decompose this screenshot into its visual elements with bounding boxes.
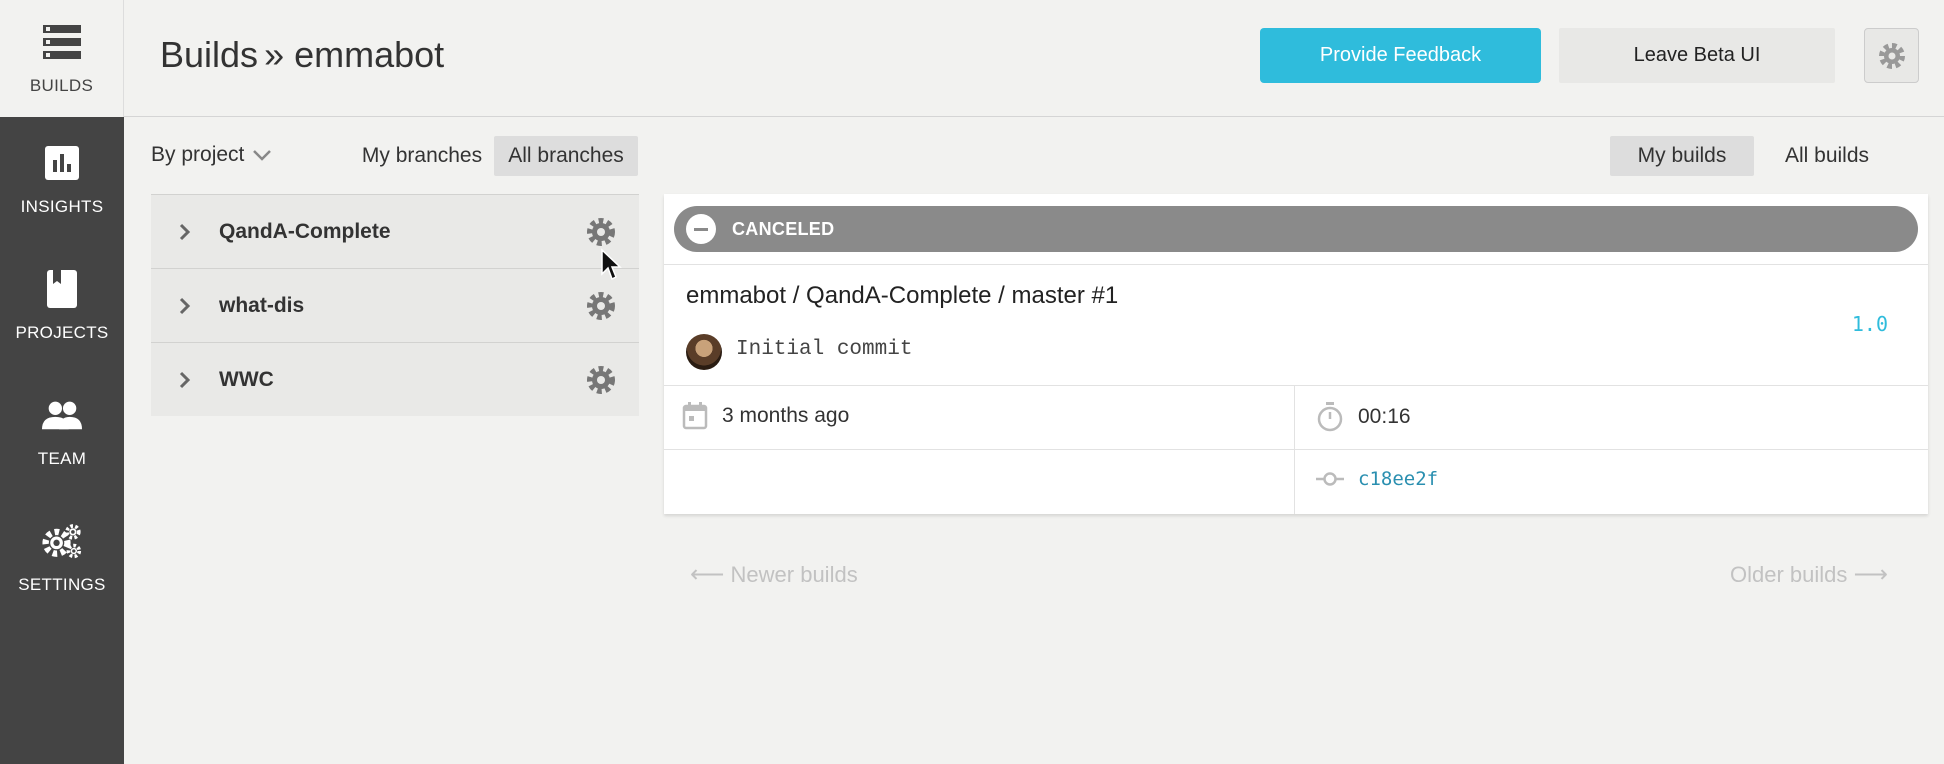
group-by-dropdown[interactable]: By project bbox=[151, 143, 272, 167]
project-row[interactable]: what-dis bbox=[151, 268, 639, 342]
gears-icon bbox=[42, 521, 82, 561]
chevron-right-icon[interactable] bbox=[179, 223, 191, 241]
nav-item-team[interactable]: TEAM bbox=[0, 369, 124, 495]
newer-builds-label: Newer builds bbox=[730, 561, 858, 587]
breadcrumb-org[interactable]: emmabot bbox=[294, 34, 444, 75]
divider bbox=[664, 449, 1928, 450]
provide-feedback-button[interactable]: Provide Feedback bbox=[1260, 28, 1541, 83]
build-duration: 00:16 bbox=[1316, 402, 1411, 432]
nav-label-team: TEAM bbox=[37, 449, 87, 468]
divider bbox=[664, 264, 1928, 265]
commit-message: Initial commit bbox=[736, 338, 913, 361]
group-by-label: By project bbox=[151, 143, 245, 166]
commit-icon bbox=[1316, 472, 1344, 486]
builds-list-icon bbox=[42, 22, 82, 62]
nav-item-projects[interactable]: PROJECTS bbox=[0, 243, 124, 369]
gear-icon bbox=[1878, 42, 1905, 69]
book-icon bbox=[42, 269, 82, 309]
commit-sha-link[interactable]: c18ee2f bbox=[1358, 468, 1438, 490]
divider bbox=[1294, 386, 1295, 514]
nav-item-builds[interactable]: BUILDS bbox=[0, 0, 124, 117]
page-header: Builds» emmabot Provide Feedback Leave Be… bbox=[124, 0, 1944, 117]
nav-label-insights: INSIGHTS bbox=[20, 197, 104, 216]
nav-item-insights[interactable]: INSIGHTS bbox=[0, 117, 124, 243]
project-name[interactable]: WWC bbox=[219, 368, 274, 392]
build-version-link[interactable]: 1.0 bbox=[1852, 312, 1888, 336]
build-title-link[interactable]: emmabot / QandA-Complete / master #1 bbox=[686, 282, 1118, 310]
nav-label-builds: BUILDS bbox=[29, 75, 94, 95]
newer-builds-link[interactable]: ⟵ Newer builds bbox=[690, 560, 858, 589]
older-builds-label: Older builds bbox=[1730, 561, 1848, 587]
build-card[interactable]: CANCELED emmabot / QandA-Complete / mast… bbox=[664, 194, 1928, 514]
settings-gear-button[interactable] bbox=[1864, 28, 1919, 83]
nav-item-settings[interactable]: SETTINGS bbox=[0, 495, 124, 621]
breadcrumb-separator: » bbox=[264, 34, 285, 75]
stopwatch-icon bbox=[1317, 402, 1343, 432]
my-builds-toggle[interactable]: My builds bbox=[1610, 136, 1754, 176]
breadcrumb: Builds» emmabot bbox=[160, 34, 444, 76]
arrow-right-icon: ⟶ bbox=[1853, 561, 1888, 588]
leave-beta-ui-button[interactable]: Leave Beta UI bbox=[1559, 28, 1835, 83]
chevron-down-icon bbox=[253, 150, 272, 161]
chevron-right-icon[interactable] bbox=[179, 371, 191, 389]
build-status-label: CANCELED bbox=[732, 218, 835, 239]
calendar-icon bbox=[682, 402, 708, 430]
nav-label-projects: PROJECTS bbox=[15, 323, 109, 342]
bar-chart-icon bbox=[42, 143, 82, 183]
avatar bbox=[686, 334, 722, 370]
chevron-right-icon[interactable] bbox=[179, 297, 191, 315]
all-builds-toggle[interactable]: All builds bbox=[1762, 136, 1892, 176]
arrow-left-icon: ⟵ bbox=[690, 561, 725, 588]
project-name[interactable]: what-dis bbox=[219, 294, 304, 318]
build-commit: c18ee2f bbox=[1316, 468, 1438, 490]
project-list: QandA-Complete what-dis WWC bbox=[151, 194, 639, 416]
build-started: 3 months ago bbox=[682, 402, 849, 430]
divider bbox=[664, 385, 1928, 386]
gear-icon[interactable] bbox=[586, 217, 616, 247]
project-row[interactable]: WWC bbox=[151, 342, 639, 416]
all-branches-toggle[interactable]: All branches bbox=[494, 136, 638, 176]
gear-icon[interactable] bbox=[586, 365, 616, 395]
project-name[interactable]: QandA-Complete bbox=[219, 220, 391, 244]
people-icon bbox=[42, 395, 82, 435]
duration-value: 00:16 bbox=[1358, 405, 1411, 428]
gear-icon[interactable] bbox=[586, 291, 616, 321]
nav-label-settings: SETTINGS bbox=[18, 575, 106, 594]
build-status-bar[interactable]: CANCELED bbox=[674, 206, 1918, 252]
project-row[interactable]: QandA-Complete bbox=[151, 194, 639, 268]
my-branches-toggle[interactable]: My branches bbox=[356, 136, 488, 176]
canceled-icon bbox=[686, 214, 716, 244]
sidebar: BUILDS INSIGHTS PROJECTS TEAM SETTINGS bbox=[0, 0, 124, 764]
older-builds-link[interactable]: Older builds ⟶ bbox=[1730, 560, 1888, 589]
mouse-cursor-icon bbox=[601, 248, 622, 281]
time-ago: 3 months ago bbox=[722, 404, 850, 427]
breadcrumb-builds[interactable]: Builds bbox=[160, 34, 258, 75]
